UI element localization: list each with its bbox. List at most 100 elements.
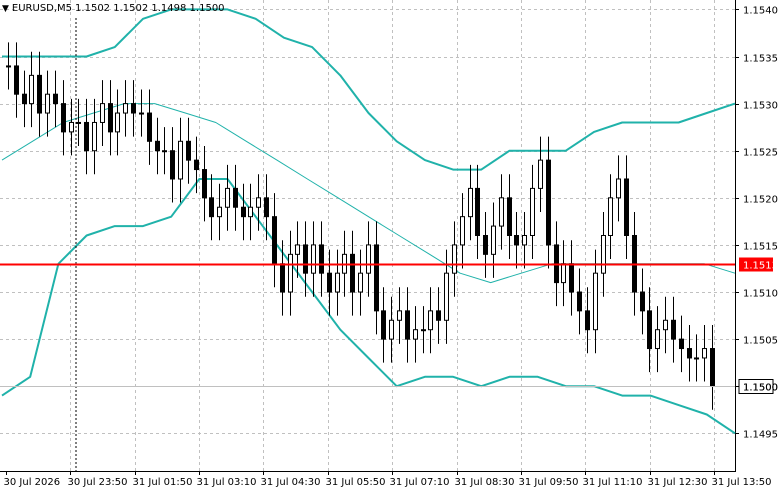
candle-body <box>115 112 120 133</box>
candle <box>499 174 504 250</box>
y-tick-label: 1.1495 <box>743 430 778 441</box>
candle-body <box>389 319 394 340</box>
x-tick-label: 31 Jul 13:50 <box>712 477 772 488</box>
candle-body <box>468 187 473 218</box>
candle <box>428 287 433 354</box>
x-tick-label: 31 Jul 07:10 <box>390 477 450 488</box>
candle <box>217 183 222 241</box>
time-axis: 30 Jul 2026 30 Jul 23:50 31 Jul 01:50 31 Ju… <box>4 471 772 488</box>
candle-body <box>655 329 660 350</box>
candle <box>241 183 246 241</box>
candle <box>561 240 566 307</box>
candle-body <box>358 272 363 293</box>
candle-body <box>108 103 113 133</box>
candle <box>100 80 105 147</box>
candle-body <box>569 263 574 293</box>
candle <box>475 164 480 260</box>
candle <box>702 324 707 382</box>
candle-body <box>585 310 590 331</box>
candle <box>671 296 676 363</box>
y-tick-label: 1.1540 <box>743 6 778 17</box>
candle-body <box>225 187 230 208</box>
candle <box>123 80 128 137</box>
candle-body <box>178 140 183 180</box>
candle <box>155 117 160 175</box>
candle-body <box>710 348 715 387</box>
candle-body <box>608 197 613 237</box>
candle <box>679 315 684 373</box>
candle <box>694 334 699 382</box>
candle <box>640 268 645 335</box>
candle <box>288 230 293 316</box>
y-tick-label: 1.1520 <box>743 195 778 206</box>
candle <box>601 211 606 297</box>
candle <box>538 136 543 212</box>
candle-body <box>123 103 128 114</box>
candle-body <box>209 197 214 218</box>
y-tick-label: 1.1525 <box>743 148 778 159</box>
x-tick-label: 31 Jul 04:30 <box>261 477 321 488</box>
candle <box>358 249 363 316</box>
candle-body <box>6 65 11 68</box>
candle-body <box>397 310 402 321</box>
x-tick-label: 31 Jul 03:10 <box>197 477 257 488</box>
candle <box>405 287 410 363</box>
candle-body <box>374 244 379 312</box>
candle-body <box>507 197 512 237</box>
candle-body <box>311 244 316 274</box>
candle-body <box>647 310 652 350</box>
candle <box>225 164 230 231</box>
candle <box>616 155 621 222</box>
candle-body <box>616 178 621 199</box>
candle-body <box>679 338 684 350</box>
chart-window[interactable]: 1.1513 1.1500 1.1540 1.1535 1.1530 1.1525 1.1… <box>0 0 781 489</box>
ohlc-readout: 1.1502 1.1502 1.1498 1.1500 <box>75 3 225 14</box>
candle <box>507 174 512 260</box>
candle <box>624 155 629 260</box>
price-axis: 1.1540 1.1535 1.1530 1.1525 1.1520 1.1515 1.15… <box>735 6 778 441</box>
x-tick-label: 31 Jul 11:10 <box>583 477 643 488</box>
candle-body <box>366 244 371 274</box>
x-tick-label: 31 Jul 12:30 <box>648 477 708 488</box>
y-tick-label: 1.1500 <box>743 383 778 394</box>
candle-body <box>202 169 207 199</box>
y-tick-label: 1.1530 <box>743 101 778 112</box>
candle-body <box>256 197 261 208</box>
candle-body <box>186 140 191 161</box>
candle <box>14 42 19 118</box>
candle-body <box>436 310 441 321</box>
candle-body <box>76 121 81 124</box>
candle <box>22 70 27 128</box>
candle-body <box>640 291 645 312</box>
candle-body <box>92 121 97 152</box>
candle-body <box>452 244 457 274</box>
candle <box>37 51 42 137</box>
candle <box>452 221 457 297</box>
candle <box>108 80 113 156</box>
candle <box>381 287 386 363</box>
y-tick-label: 1.1515 <box>743 242 778 253</box>
candle <box>655 306 660 373</box>
y-tick-label: 1.1510 <box>743 289 778 300</box>
candle-body <box>405 310 410 340</box>
candle-body <box>194 159 199 171</box>
candle-body <box>53 93 58 105</box>
candle-body <box>248 206 253 218</box>
candle-body <box>84 121 89 152</box>
candle-body <box>381 310 386 340</box>
chart-canvas[interactable]: 1.15131.1500 1.15401.15351.15301.15251.1… <box>0 0 781 489</box>
candle-body <box>561 263 566 284</box>
candle-body <box>546 159 551 246</box>
candle-body <box>601 235 606 274</box>
x-tick-label: 31 Jul 05:50 <box>326 477 386 488</box>
candle <box>319 221 324 297</box>
triangle-down-icon[interactable]: ▼ <box>2 4 9 14</box>
upper-band-line <box>2 8 736 171</box>
candle-body <box>428 310 433 331</box>
x-tick-label: 30 Jul 23:50 <box>68 477 128 488</box>
candle-body <box>69 121 74 133</box>
candle-body <box>694 357 699 360</box>
candle <box>131 80 136 137</box>
candle-body <box>522 235 527 246</box>
candle <box>76 98 81 147</box>
